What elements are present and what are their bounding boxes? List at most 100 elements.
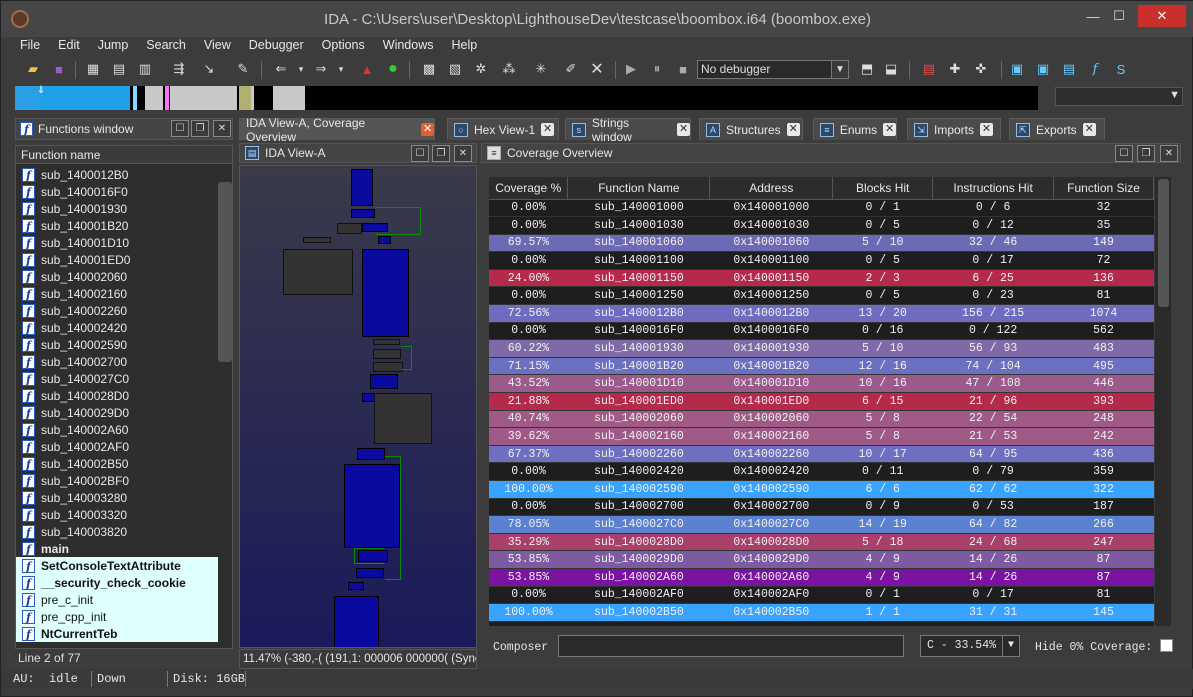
close-panel-button[interactable]: ✕ — [454, 145, 472, 162]
convert-icon[interactable]: ⇶ — [169, 59, 189, 79]
function-list-item[interactable]: f sub_140002260 — [16, 302, 218, 319]
functions-icon[interactable]: f — [1085, 59, 1105, 79]
function-list-item[interactable]: f sub_140002160 — [16, 285, 218, 302]
jump-icon[interactable]: ↘ — [199, 59, 219, 79]
graph-block[interactable] — [373, 349, 401, 359]
function-list-item[interactable]: f sub_140003280 — [16, 489, 218, 506]
function-list-item[interactable]: f sub_140001B20 — [16, 217, 218, 234]
trace-icon[interactable]: ✚ — [945, 59, 965, 79]
struct-icon[interactable]: ▧ — [445, 59, 465, 79]
graph-block[interactable] — [337, 223, 362, 234]
segment-icon[interactable]: ▩ — [419, 59, 439, 79]
coverage-row[interactable]: 100.00% sub_140002590 0x140002590 6 / 6 62 /… — [489, 480, 1154, 499]
tab-structures[interactable]: A Structures ✕ — [699, 118, 803, 140]
graph-block[interactable] — [356, 568, 384, 578]
clear-icon[interactable]: ✕ — [587, 59, 607, 79]
coverage-row[interactable]: 43.52% sub_140001D10 0x140001D10 10 / 16 47 … — [489, 374, 1154, 394]
menu-file[interactable]: File — [11, 36, 49, 54]
function-list-item[interactable]: f sub_140001930 — [16, 200, 218, 217]
stop-icon[interactable]: ■ — [673, 59, 693, 79]
close-icon[interactable]: ✕ — [1082, 123, 1096, 136]
tab-imports[interactable]: ⇲ Imports ✕ — [907, 118, 1001, 140]
function-list-item[interactable]: f sub_140002060 — [16, 268, 218, 285]
debugger-select[interactable]: No debugger ▼ — [697, 60, 849, 79]
coverage-row[interactable]: 40.74% sub_140002060 0x140002060 5 / 8 22 / … — [489, 410, 1154, 429]
triangle-warning-icon[interactable]: ▲ — [357, 59, 377, 79]
forward-arrow-icon[interactable]: ⇒ — [311, 59, 331, 79]
play-icon[interactable]: ▶ — [621, 59, 641, 79]
coverage-row[interactable]: 39.62% sub_140002160 0x140002160 5 / 8 21 / … — [489, 427, 1154, 446]
function-list-item[interactable]: f __security_check_cookie — [16, 574, 218, 591]
functions-column-header[interactable]: Function name — [16, 146, 232, 164]
function-list-item[interactable]: f sub_140002BF0 — [16, 472, 218, 489]
col-function-size[interactable]: Function Size — [1053, 177, 1154, 200]
strings-icon[interactable]: S — [1111, 59, 1131, 79]
coverage-row[interactable]: 53.85% sub_140002A60 0x140002A60 4 / 9 14 / … — [489, 568, 1154, 587]
graph-block[interactable] — [374, 393, 432, 444]
save-icon[interactable]: ■ — [49, 59, 69, 79]
coverage-row[interactable]: 0.00% sub_1400016F0 0x1400016F0 0 / 16 0 / 1… — [489, 322, 1154, 341]
undefine-icon[interactable]: ▥ — [135, 59, 155, 79]
graph-block[interactable] — [362, 223, 388, 232]
function-list-item[interactable]: f sub_1400028D0 — [16, 387, 218, 404]
coverage-row[interactable]: 21.88% sub_140001ED0 0x140001ED0 6 / 15 21 /… — [489, 392, 1154, 411]
function-list-item[interactable]: f sub_140002700 — [16, 353, 218, 370]
tab-hex-view[interactable]: ○ Hex View-1 ✕ — [447, 118, 559, 140]
col-function-name[interactable]: Function Name — [567, 177, 711, 200]
function-list-item[interactable]: f pre_cpp_init — [16, 608, 218, 625]
coverage-row[interactable]: 100.00% sub_140002B50 0x140002B50 1 / 1 31 /… — [489, 603, 1154, 622]
col-instructions-hit[interactable]: Instructions Hit — [932, 177, 1055, 200]
menu-windows[interactable]: Windows — [374, 36, 443, 54]
open-folder-icon[interactable]: ▰ — [23, 59, 43, 79]
back-arrow-icon[interactable]: ⇐ — [271, 59, 291, 79]
plus-sparkle-icon[interactable]: ✳ — [531, 59, 551, 79]
close-icon[interactable]: ✕ — [421, 123, 434, 136]
graph-block[interactable] — [351, 169, 373, 206]
close-icon[interactable]: ✕ — [541, 123, 555, 136]
function-list-item[interactable]: f main — [16, 540, 218, 557]
tab-exports[interactable]: ⇱ Exports ✕ — [1009, 118, 1105, 140]
tab-enums[interactable]: ≡ Enums ✕ — [813, 118, 897, 140]
function-list-item[interactable]: f sub_1400029D0 — [16, 404, 218, 421]
menu-options[interactable]: Options — [313, 36, 374, 54]
coverage-row[interactable]: 53.85% sub_1400029D0 0x1400029D0 4 / 9 14 / … — [489, 550, 1154, 569]
close-icon[interactable]: ✕ — [677, 123, 691, 136]
back-dropdown-icon[interactable]: ▾ — [291, 59, 311, 79]
float-panel-button[interactable]: ☐ — [171, 120, 189, 137]
close-icon[interactable]: ✕ — [883, 123, 896, 136]
col-address[interactable]: Address — [709, 177, 834, 200]
patch-icon[interactable]: ✐ — [561, 59, 581, 79]
tab-strings-window[interactable]: s Strings window ✕ — [565, 116, 691, 144]
function-list-item[interactable]: f sub_1400027C0 — [16, 370, 218, 387]
graph-block[interactable] — [334, 596, 379, 647]
col-coverage-percent[interactable]: Coverage % — [489, 177, 569, 200]
function-list-item[interactable]: f sub_1400016F0 — [16, 183, 218, 200]
function-list-item[interactable]: f sub_140003320 — [16, 506, 218, 523]
forward-dropdown-icon[interactable]: ▾ — [331, 59, 351, 79]
nav-dropdown[interactable]: ▼ — [1055, 87, 1183, 106]
graph-window-icon[interactable]: ▣ — [1033, 59, 1053, 79]
coverage-row[interactable]: 0.00% sub_140002AF0 0x140002AF0 0 / 10 / 17… — [489, 586, 1154, 605]
menu-jump[interactable]: Jump — [89, 36, 138, 54]
function-list-item[interactable]: f SetConsoleTextAttribute — [16, 557, 218, 574]
notepad-icon[interactable]: ▤ — [1059, 59, 1079, 79]
close-icon[interactable]: ✕ — [786, 123, 800, 136]
restore-panel-button[interactable]: ❐ — [1137, 145, 1155, 162]
graph-block[interactable] — [344, 464, 400, 548]
float-panel-button[interactable]: ☐ — [411, 145, 429, 162]
hide-zero-coverage-checkbox[interactable] — [1160, 639, 1173, 652]
graph-block[interactable] — [362, 249, 409, 337]
breakpoint-icon[interactable]: ▤ — [919, 59, 939, 79]
coverage-row[interactable]: 78.05% sub_1400027C0 0x1400027C0 14 / 19 64 … — [489, 515, 1154, 534]
graph-block[interactable] — [370, 374, 398, 389]
minimize-button[interactable]: — — [1080, 5, 1106, 27]
graph-block[interactable] — [373, 339, 400, 345]
step-icon[interactable]: ✜ — [971, 59, 991, 79]
code-icon[interactable]: ▤ — [109, 59, 129, 79]
coverage-row[interactable]: 0.00% sub_140001000 0x140001000 0 / 10 / 63… — [489, 199, 1154, 218]
menu-edit[interactable]: Edit — [49, 36, 89, 54]
function-list-item[interactable]: f sub_140002420 — [16, 319, 218, 336]
function-list-item[interactable]: f sub_140001ED0 — [16, 251, 218, 268]
navigation-band[interactable]: ⇓ — [15, 86, 1038, 110]
graph-block[interactable] — [351, 209, 375, 218]
